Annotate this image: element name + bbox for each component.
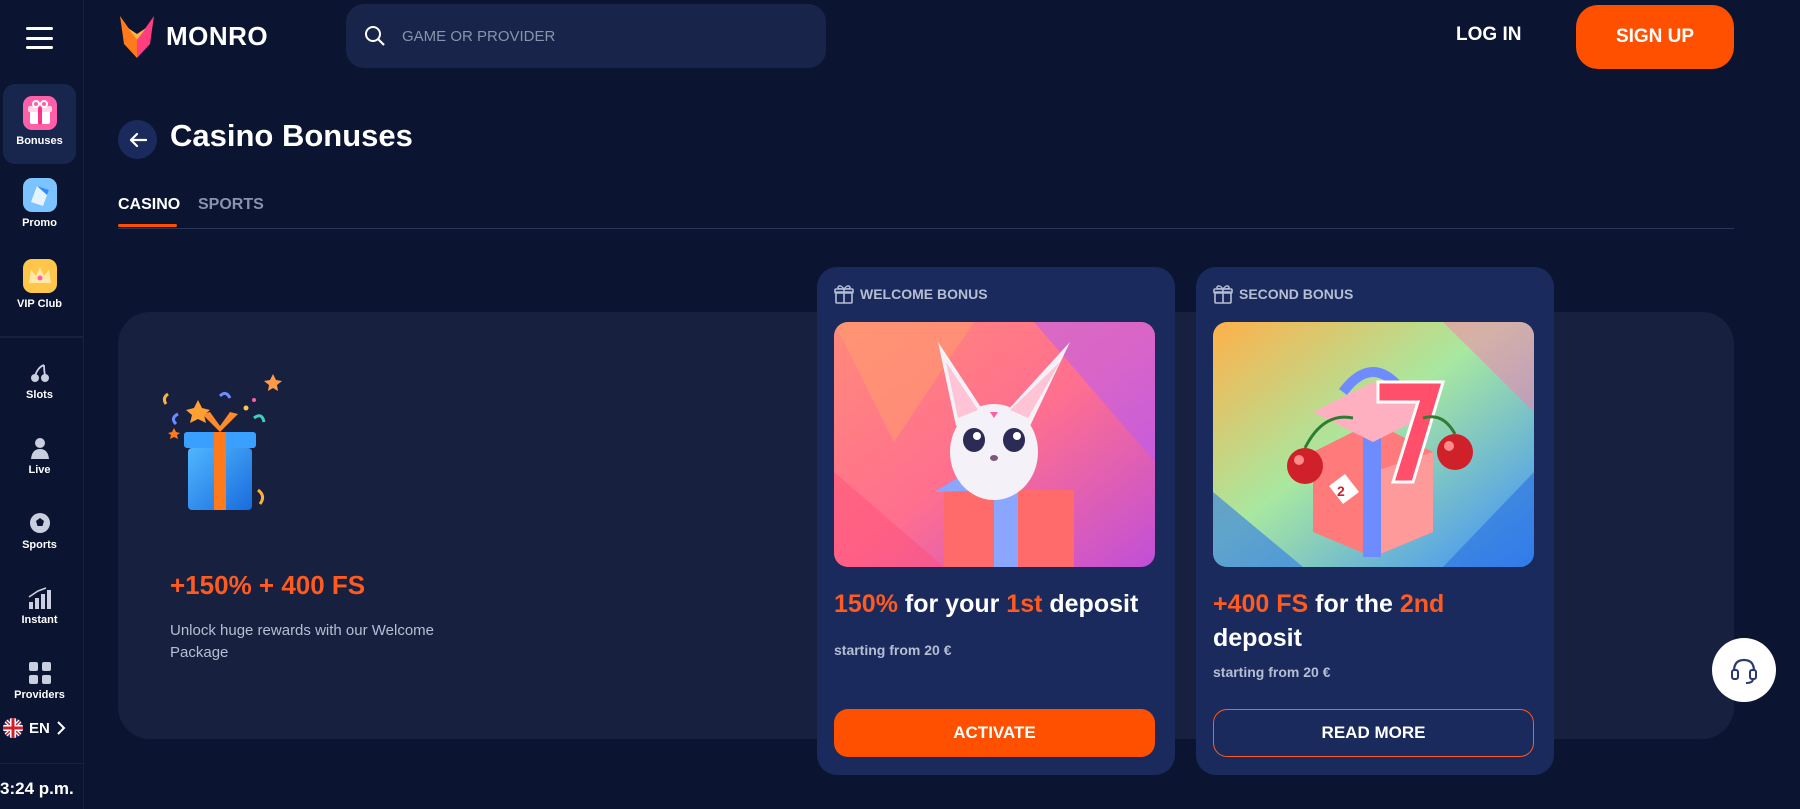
sidebar-item-vip[interactable]: VIP Club	[3, 259, 76, 310]
sidebar-item-label: Providers	[14, 689, 65, 701]
card-label: WELCOME BONUS	[834, 284, 988, 304]
card-title: +400 FS for the 2nd deposit	[1213, 590, 1445, 652]
sidebar: Bonuses Promo VIP Club Slots Live Sports…	[0, 0, 84, 809]
search-icon	[365, 26, 385, 46]
headset-icon	[1731, 658, 1757, 684]
card-title: 150% for your 1st deposit	[834, 590, 1139, 618]
sidebar-item-label: Bonuses	[16, 135, 63, 147]
tab-sports[interactable]: SPORTS	[198, 196, 264, 214]
sidebar-item-label: VIP Club	[16, 298, 63, 310]
dealer-icon	[30, 438, 49, 459]
card-label-text: WELCOME BONUS	[860, 286, 988, 302]
sidebar-divider	[0, 336, 84, 338]
chart-icon	[28, 587, 51, 609]
hero-title: +150% + 400 FS	[170, 570, 366, 600]
search-bar[interactable]	[346, 4, 826, 68]
clock: 3:24 p.m.	[0, 779, 74, 798]
signup-button[interactable]: SIGN UP	[1576, 5, 1734, 69]
welcome-bonus-image	[834, 322, 1155, 567]
gift-icon	[834, 285, 854, 304]
monro-logo-icon	[120, 16, 154, 58]
sidebar-item-label: Live	[28, 464, 51, 476]
language-code: EN	[29, 719, 50, 737]
crown-icon	[22, 259, 57, 293]
gift-icon	[22, 96, 57, 130]
hero-description: Unlock huge rewards with our Welcome Pac…	[170, 622, 435, 661]
search-input[interactable]	[402, 27, 782, 45]
sidebar-item-instant[interactable]: Instant	[3, 587, 76, 626]
login-button[interactable]: LOG IN	[1456, 24, 1521, 46]
back-button[interactable]	[118, 120, 157, 159]
card-label-text: SECOND BONUS	[1239, 286, 1354, 302]
chevron-right-icon	[57, 721, 66, 735]
sidebar-divider	[0, 763, 84, 764]
sidebar-item-bonuses[interactable]: Bonuses	[3, 84, 76, 164]
support-chat-button[interactable]	[1712, 638, 1776, 702]
svg-text:2: 2	[1337, 483, 1345, 499]
gift-icon	[1213, 285, 1233, 304]
tab-casino[interactable]: CASINO	[118, 196, 180, 214]
language-selector[interactable]: EN	[3, 718, 66, 738]
promo-icon	[22, 178, 57, 212]
logo-text: MONRO	[166, 20, 269, 51]
sidebar-item-label: Instant	[21, 614, 58, 626]
read-more-button[interactable]: READ MORE	[1213, 709, 1534, 757]
sidebar-item-label: Slots	[26, 389, 53, 401]
grid-icon	[28, 662, 51, 684]
bonus-freespins: +400 FS	[1213, 590, 1309, 618]
page-title: Casino Bonuses	[170, 118, 413, 153]
sidebar-item-label: Sports	[22, 539, 57, 551]
sidebar-item-promo[interactable]: Promo	[3, 178, 76, 229]
arrow-left-icon	[129, 132, 147, 147]
ball-icon	[29, 513, 50, 533]
second-bonus-image: 2	[1213, 322, 1534, 567]
gift-box-illustration	[162, 374, 282, 510]
sidebar-item-providers[interactable]: Providers	[3, 662, 76, 704]
bonus-card-welcome: WELCOME BONUS 150% for your 1st deposit …	[817, 267, 1175, 775]
sidebar-item-label: Promo	[22, 217, 57, 229]
sidebar-item-slots[interactable]: Slots	[3, 362, 76, 401]
card-subtitle: starting from 20 €	[1213, 664, 1331, 680]
uk-flag-icon	[3, 718, 23, 738]
logo[interactable]: MONRO	[118, 14, 268, 58]
sidebar-item-sports[interactable]: Sports	[3, 512, 76, 551]
card-label: SECOND BONUS	[1213, 284, 1353, 304]
cherry-icon	[30, 364, 49, 382]
activate-button[interactable]: ACTIVATE	[834, 709, 1155, 757]
bonus-card-second: SECOND BONUS 2 +400 FS for the 2nd depos…	[1196, 267, 1554, 775]
sidebar-item-live[interactable]: Live	[3, 437, 76, 476]
active-tab-indicator	[118, 224, 177, 227]
tabs-divider	[118, 228, 1734, 229]
menu-icon[interactable]	[26, 27, 53, 49]
card-subtitle: starting from 20 €	[834, 642, 952, 658]
bonus-percent: 150%	[834, 590, 898, 618]
